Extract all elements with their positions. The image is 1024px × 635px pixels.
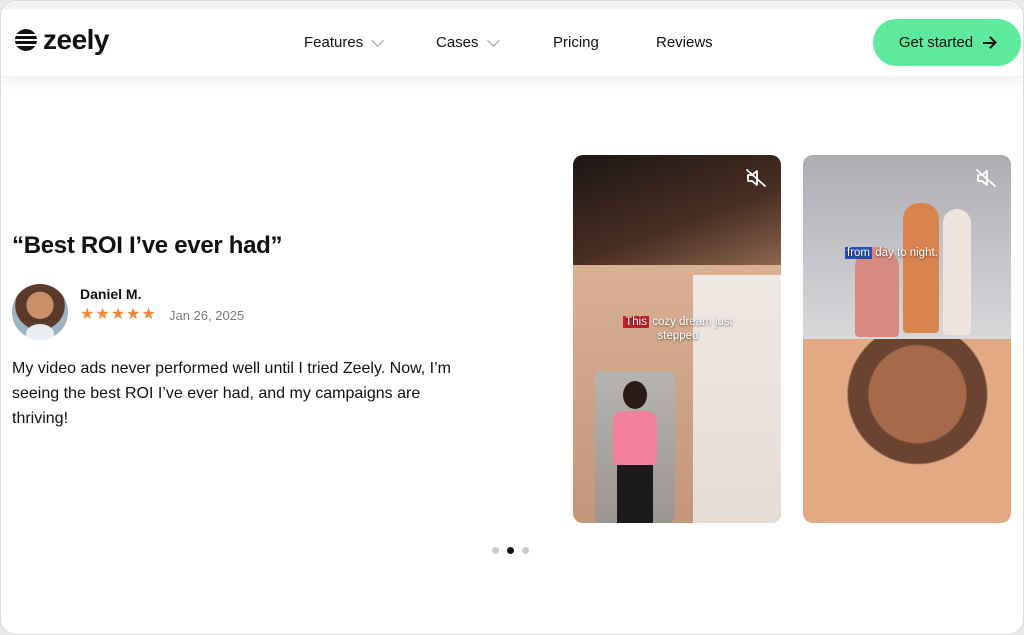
video-frame — [803, 339, 1011, 523]
star-icon: ★ — [126, 306, 141, 323]
nav-pricing-label: Pricing — [553, 34, 599, 51]
author-name: Daniel M. — [80, 286, 142, 302]
presenter-pants — [617, 465, 653, 523]
video-card-1[interactable]: This cozy dream just stepped — [573, 155, 781, 523]
mute-icon[interactable] — [975, 168, 997, 188]
nav-cases-label: Cases — [436, 34, 479, 51]
chevron-down-icon — [371, 33, 385, 47]
testimonial-text: My video ads never performed well until … — [12, 360, 451, 427]
page-frame: zeely Features Cases Pricing Reviews Get… — [0, 0, 1024, 635]
chevron-down-icon — [486, 33, 500, 47]
video-figure — [943, 209, 971, 335]
video-card-2[interactable]: from day to night. — [803, 155, 1011, 523]
avatar — [12, 284, 68, 340]
get-started-button[interactable]: Get started — [873, 19, 1021, 66]
caption-highlight: This — [623, 316, 649, 328]
nav-features-label: Features — [304, 34, 364, 51]
star-icon: ★ — [80, 306, 95, 323]
caption-rest: cozy dream just stepped — [652, 316, 733, 342]
nav-reviews[interactable]: Reviews — [656, 34, 713, 51]
video-frame — [693, 275, 781, 523]
presenter-head — [623, 381, 647, 409]
carousel-dot-active[interactable] — [507, 547, 514, 554]
carousel-dot[interactable] — [522, 547, 529, 554]
star-rating: ★ ★ ★ ★ ★ — [80, 306, 156, 324]
star-icon: ★ — [110, 306, 126, 323]
carousel-dots — [492, 547, 529, 554]
video-caption: from day to night. — [845, 246, 975, 260]
video-figure — [855, 247, 899, 337]
carousel-dot[interactable] — [492, 547, 499, 554]
main-nav: Features Cases Pricing Reviews — [1, 9, 1023, 77]
video-figure — [903, 203, 939, 333]
nav-cases[interactable]: Cases — [436, 33, 500, 51]
nav-pricing[interactable]: Pricing — [553, 34, 599, 51]
caption-rest: day to night. — [875, 247, 938, 259]
nav-reviews-label: Reviews — [656, 34, 713, 51]
star-icon: ★ — [141, 306, 156, 323]
presenter-top — [613, 411, 657, 465]
caption-highlight: from — [845, 247, 872, 259]
arrow-right-icon — [983, 41, 996, 44]
video-caption: This cozy dream just stepped — [603, 315, 753, 343]
star-icon: ★ — [95, 306, 110, 323]
nav-features[interactable]: Features — [304, 33, 385, 51]
review-date: Jan 26, 2025 — [169, 308, 245, 323]
site-header: zeely Features Cases Pricing Reviews Get… — [1, 9, 1023, 77]
testimonial-quote: “Best ROI I’ve ever had” — [12, 232, 283, 259]
get-started-label: Get started — [898, 34, 974, 51]
browser-top-strip — [1, 1, 1023, 9]
presenter-inset — [595, 371, 675, 523]
mute-icon[interactable] — [745, 168, 767, 188]
